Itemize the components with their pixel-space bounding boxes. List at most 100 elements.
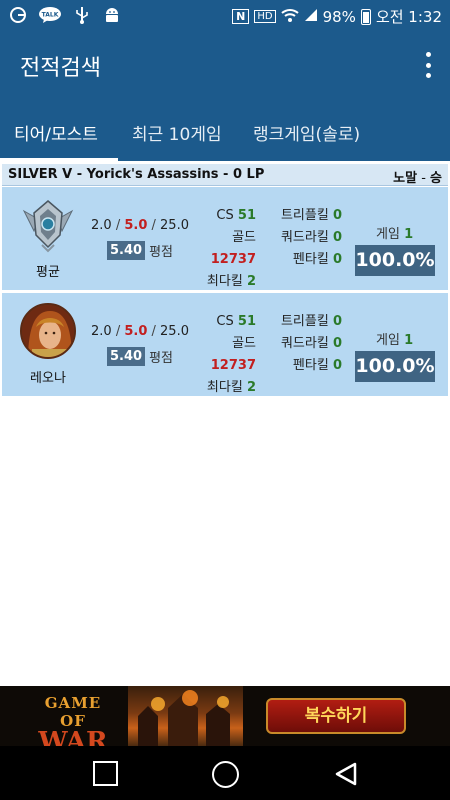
promo-status: 노말 - 승	[393, 167, 442, 186]
quadra-kill-value: 0	[332, 230, 342, 245]
wifi-icon	[280, 7, 299, 27]
champion-name: 평균	[36, 265, 60, 280]
kda-assists: 25.0	[160, 324, 189, 339]
kda-deaths: 5.0	[124, 218, 148, 233]
clock: 오전 1:32	[375, 8, 442, 26]
triple-kill-value: 0	[332, 208, 342, 223]
kda-assists: 25.0	[160, 218, 189, 233]
system-nav-bar	[0, 746, 450, 800]
penta-kill-stat: 펜타킬 0	[272, 249, 342, 271]
cs-stat: CS 51	[192, 205, 256, 227]
penta-kill-value: 0	[332, 358, 342, 373]
games-label: 게임	[376, 227, 400, 242]
champion-stat-row[interactable]: 레오나 2.0 / 5.0 / 25.0 5.40 평점 CS 51 골드 12…	[2, 293, 448, 396]
penta-kill-label: 펜타킬	[292, 358, 329, 373]
ad-battle-image	[128, 686, 243, 746]
signal-icon	[304, 8, 318, 26]
games-count: 게임 1	[376, 223, 413, 242]
quadra-kill-stat: 쿼드라킬 0	[272, 333, 342, 355]
max-kill-value: 2	[246, 380, 256, 395]
promo-separator: -	[417, 171, 431, 186]
ad-logo-line1: GAME OF	[44, 694, 102, 730]
active-tab-indicator	[0, 158, 118, 161]
kda-separator: /	[111, 218, 125, 233]
win-rate: 100.0%	[355, 351, 435, 382]
max-kill-stat: 최다킬 2	[192, 271, 256, 293]
multikill-stats: 트리플킬 0 쿼드라킬 0 펜타킬 0	[272, 311, 342, 377]
quadra-kill-label: 쿼드라킬	[280, 230, 329, 245]
cs-value: 51	[237, 314, 256, 329]
kda-ratio: 5.40 평점	[107, 346, 173, 367]
max-kill-label: 최다킬	[206, 274, 243, 289]
status-bar-system: N HD 98% 오전 1:32	[232, 6, 442, 27]
kda-ratio-value: 5.40	[107, 347, 146, 366]
kda-kills: 2.0	[91, 218, 112, 233]
ad-cta-button[interactable]: 복수하기	[266, 698, 406, 734]
g-icon	[8, 5, 28, 25]
recent-apps-icon[interactable]	[93, 761, 118, 786]
tab-tier-most[interactable]: 티어/모스트	[14, 120, 98, 145]
win-rate: 100.0%	[355, 245, 435, 276]
kda-kills: 2.0	[91, 324, 112, 339]
ad-game-logo: GAME OF WAR	[38, 694, 108, 746]
tier-info: SILVER V - Yorick's Assassins - 0 LP	[8, 167, 265, 182]
triple-kill-label: 트리플킬	[280, 314, 329, 329]
quadra-kill-label: 쿼드라킬	[280, 336, 329, 351]
gold-stat: 골드 12737	[192, 227, 256, 271]
triple-kill-stat: 트리플킬 0	[272, 311, 342, 333]
talk-icon: TALK	[38, 5, 62, 25]
kda: 2.0 / 5.0 / 25.0	[91, 324, 189, 339]
kda-deaths: 5.0	[124, 324, 148, 339]
champion-stat-row[interactable]: 평균 2.0 / 5.0 / 25.0 5.40 평점 CS 51 골드 127…	[2, 187, 448, 290]
champion-name: 레오나	[30, 371, 66, 386]
tab-bar: 티어/모스트 최근 10게임 랭크게임(솔로)	[0, 98, 450, 161]
promo-prefix: 노말	[393, 171, 418, 186]
cs-value: 51	[237, 208, 256, 223]
battery-icon	[360, 8, 371, 25]
hd-icon: HD	[254, 10, 276, 23]
app-title: 전적검색	[20, 56, 101, 81]
tab-recent-10-games[interactable]: 최근 10게임	[132, 120, 222, 145]
tab-ranked-solo[interactable]: 랭크게임(솔로)	[253, 120, 360, 145]
cs-label: CS	[216, 314, 234, 329]
kda-ratio-value: 5.40	[107, 241, 146, 260]
ad-banner[interactable]: GAME OF WAR 복수하기	[0, 686, 450, 746]
android-icon	[102, 5, 122, 25]
quadra-kill-stat: 쿼드라킬 0	[272, 227, 342, 249]
overflow-menu-icon[interactable]	[420, 52, 436, 78]
app-bar: 전적검색	[0, 32, 450, 98]
back-icon[interactable]	[333, 761, 359, 787]
usb-icon	[72, 5, 92, 25]
penta-kill-value: 0	[332, 252, 342, 267]
triple-kill-label: 트리플킬	[280, 208, 329, 223]
promo-result: 승	[430, 171, 442, 186]
gold-value: 12737	[210, 358, 256, 373]
kda-ratio: 5.40 평점	[107, 240, 173, 261]
kda-ratio-label: 평점	[149, 245, 173, 260]
home-icon[interactable]	[212, 761, 239, 788]
triple-kill-value: 0	[332, 314, 342, 329]
gold-label: 골드	[232, 230, 256, 245]
games-value: 1	[404, 227, 414, 242]
max-kill-value: 2	[246, 274, 256, 289]
nfc-icon: N	[232, 9, 250, 24]
kda-ratio-label: 평점	[149, 351, 173, 366]
battery-percent: 98%	[322, 7, 356, 26]
games-value: 1	[404, 333, 414, 348]
multikill-stats: 트리플킬 0 쿼드라킬 0 펜타킬 0	[272, 205, 342, 271]
penta-kill-label: 펜타킬	[292, 252, 329, 267]
gold-label: 골드	[232, 336, 256, 351]
max-kill-stat: 최다킬 2	[192, 377, 256, 399]
status-bar-notifications: TALK	[8, 5, 122, 25]
penta-kill-stat: 펜타킬 0	[272, 355, 342, 377]
gold-stat: 골드 12737	[192, 333, 256, 377]
ad-logo-line2: WAR	[38, 727, 108, 746]
silver-tier-emblem-icon	[20, 197, 76, 253]
games-label: 게임	[376, 333, 400, 348]
cs-stat: CS 51	[192, 311, 256, 333]
kda-separator: /	[147, 218, 161, 233]
kda-separator: /	[111, 324, 125, 339]
talk-icon-label: TALK	[42, 12, 59, 19]
quadra-kill-value: 0	[332, 336, 342, 351]
games-count: 게임 1	[376, 329, 413, 348]
